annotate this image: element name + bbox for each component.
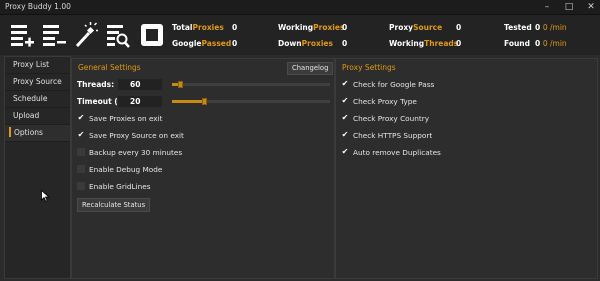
- stop-button[interactable]: [140, 21, 164, 49]
- unchecked-box-icon: [77, 148, 85, 156]
- proxy-settings-title: Proxy Settings: [342, 63, 396, 72]
- checkmark-icon: ✔: [341, 96, 349, 105]
- magic-wand-button[interactable]: [74, 21, 98, 49]
- timeout-slider-thumb[interactable]: [202, 98, 207, 105]
- threads-input[interactable]: 60: [118, 79, 162, 90]
- unchecked-box-icon: [77, 165, 85, 173]
- working-threads-value: 0: [456, 39, 462, 48]
- add-list-icon: [11, 25, 34, 47]
- working-proxies-value: 0: [342, 23, 348, 32]
- tested-rate: 0 /min: [542, 23, 567, 32]
- toolbar: TotalProxies 0 GooglePassed 0 WorkingPro…: [0, 15, 600, 55]
- google-passed-label: GooglePassed: [172, 39, 232, 48]
- stop-icon: [141, 24, 163, 46]
- found-value: 0 0 /min: [535, 39, 567, 48]
- threads-slider[interactable]: [172, 81, 330, 88]
- checkmark-icon: ✔: [77, 130, 85, 139]
- checkbox-gridlines[interactable]: Enable GridLines: [77, 182, 151, 191]
- general-settings-panel: General Settings Changelog Threads: 60 T…: [71, 58, 335, 279]
- checkbox-https-support[interactable]: ✔ Check HTTPS Support: [341, 130, 433, 141]
- timeout-input[interactable]: 20: [118, 96, 162, 107]
- checkmark-icon: ✔: [341, 113, 349, 122]
- proxy-settings-panel: Proxy Settings ✔ Check for Google Pass ✔ C…: [335, 58, 598, 279]
- remove-list-icon: [43, 25, 66, 46]
- threads-slider-thumb[interactable]: [178, 81, 183, 88]
- working-proxies-label: WorkingProxies: [278, 23, 345, 32]
- checkmark-icon: ✔: [341, 130, 349, 139]
- checkbox-proxy-type[interactable]: ✔ Check Proxy Type: [341, 96, 417, 107]
- checkbox-save-proxies[interactable]: ✔ Save Proxies on exit: [77, 113, 163, 124]
- checkbox-save-proxy-source[interactable]: ✔ Save Proxy Source on exit: [77, 130, 184, 141]
- minimize-button[interactable]: –: [542, 1, 552, 13]
- add-list-button[interactable]: [10, 21, 34, 49]
- google-passed-value: 0: [232, 39, 238, 48]
- sidebar-item-upload[interactable]: Upload: [5, 108, 70, 125]
- checkmark-icon: ✔: [77, 113, 85, 122]
- general-settings-title: General Settings: [78, 63, 141, 72]
- total-proxies-label: TotalProxies: [172, 23, 224, 32]
- checkbox-backup[interactable]: Backup every 30 minutes: [77, 148, 182, 157]
- timeout-slider[interactable]: [172, 98, 330, 105]
- remove-list-button[interactable]: [42, 21, 66, 49]
- sidebar-item-options[interactable]: Options: [5, 125, 70, 142]
- active-indicator: [9, 127, 11, 137]
- recalculate-status-button[interactable]: Recalculate Status: [77, 198, 151, 212]
- found-rate: 0 /min: [542, 39, 567, 48]
- checkbox-remove-duplicates[interactable]: ✔ Auto remove Duplicates: [341, 147, 441, 158]
- sidebar-item-proxy-list[interactable]: Proxy List: [5, 57, 70, 74]
- checkmark-icon: ✔: [341, 79, 349, 88]
- proxy-source-value: 0: [456, 23, 462, 32]
- checkmark-icon: ✔: [341, 147, 349, 156]
- list-search-icon: [107, 25, 130, 48]
- mouse-cursor-icon: [41, 190, 50, 202]
- changelog-button[interactable]: Changelog: [287, 62, 334, 75]
- proxy-source-label: ProxySource: [389, 23, 443, 32]
- down-proxies-value: 0: [342, 39, 348, 48]
- down-proxies-label: DownProxies: [278, 39, 333, 48]
- title-bar: Proxy Buddy 1.00 – □ ✕: [0, 0, 600, 15]
- close-button[interactable]: ✕: [586, 1, 596, 13]
- sidebar-item-schedule[interactable]: Schedule: [5, 91, 70, 108]
- sidebar: Proxy List Proxy Source Schedule Upload …: [4, 56, 71, 279]
- checkbox-proxy-country[interactable]: ✔ Check Proxy Country: [341, 113, 429, 124]
- checkbox-google-pass[interactable]: ✔ Check for Google Pass: [341, 79, 435, 90]
- list-search-button[interactable]: [106, 21, 130, 49]
- maximize-button[interactable]: □: [564, 1, 574, 13]
- tested-value: 0 0 /min: [535, 23, 567, 32]
- sidebar-item-proxy-source[interactable]: Proxy Source: [5, 74, 70, 91]
- window-title: Proxy Buddy 1.00: [5, 2, 71, 11]
- threads-label: Threads:: [77, 80, 115, 89]
- working-threads-label: WorkingThreads: [389, 39, 459, 48]
- total-proxies-value: 0: [232, 23, 238, 32]
- checkbox-debug-mode[interactable]: Enable Debug Mode: [77, 165, 162, 174]
- magic-wand-icon: [75, 22, 98, 48]
- found-label: Found: [504, 39, 531, 48]
- unchecked-box-icon: [77, 182, 85, 190]
- tested-label: Tested: [504, 23, 532, 32]
